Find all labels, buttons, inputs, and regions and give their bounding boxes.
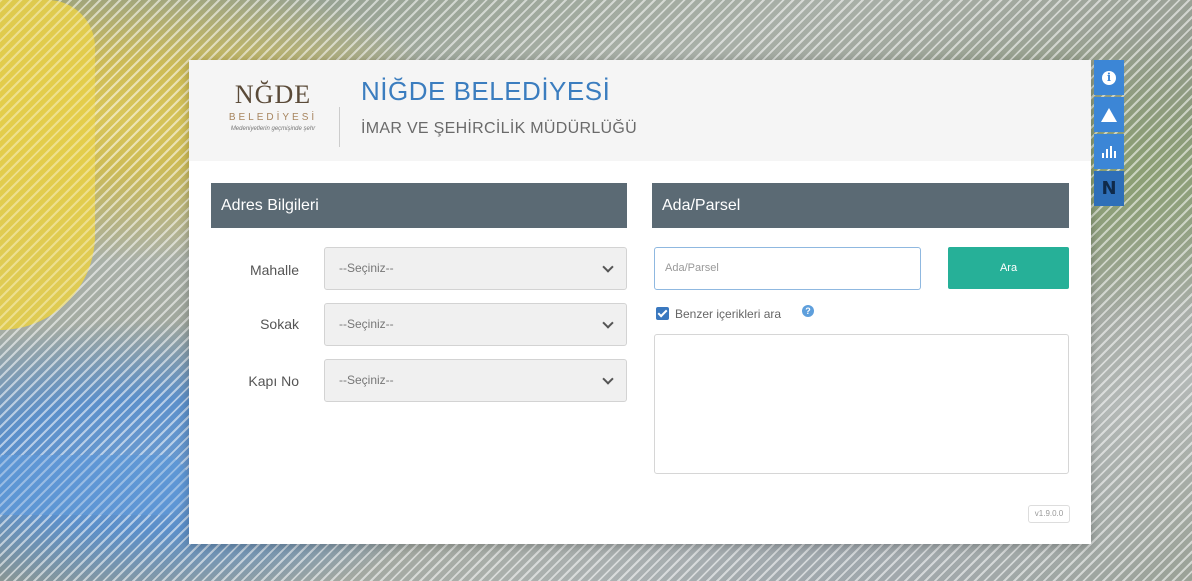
map-background-yellow — [0, 0, 95, 330]
similar-content-checkbox[interactable] — [656, 307, 669, 320]
side-toolbar: i N — [1094, 60, 1124, 208]
chevron-down-icon — [602, 317, 614, 329]
search-results-area[interactable] — [654, 334, 1069, 474]
mahalle-select[interactable]: --Seçiniz-- — [324, 247, 627, 290]
help-icon[interactable]: ? — [802, 305, 814, 317]
page-subtitle: İMAR VE ŞEHİRCİLİK MÜDÜRLÜĞÜ — [361, 120, 637, 137]
page-title: NİĞDE BELEDİYESİ — [361, 76, 611, 106]
logo-word: NĞDE — [234, 80, 312, 109]
statistics-button[interactable] — [1094, 134, 1124, 169]
kapi-no-label: Kapı No — [248, 373, 299, 389]
kapi-no-select-value: --Seçiniz-- — [339, 373, 394, 387]
sokak-label: Sokak — [260, 316, 299, 332]
kapi-no-select[interactable]: --Seçiniz-- — [324, 359, 627, 402]
map-background-blue — [0, 455, 190, 515]
app-logo-icon: N — [1101, 178, 1117, 199]
chevron-down-icon — [602, 373, 614, 385]
app-logo-button[interactable]: N — [1094, 171, 1124, 206]
logo-tagline: Medeniyetlerin geçmişinde şehr — [230, 126, 316, 132]
logo-subtext: BELEDİYESİ — [228, 112, 318, 123]
info-button[interactable]: i — [1094, 60, 1124, 95]
version-badge: v1.9.0.0 — [1028, 505, 1070, 523]
warning-button[interactable] — [1094, 97, 1124, 132]
address-panel-heading: Adres Bilgileri — [211, 183, 627, 228]
sokak-select-value: --Seçiniz-- — [339, 317, 394, 331]
sokak-select[interactable]: --Seçiniz-- — [324, 303, 627, 346]
header-divider — [339, 107, 340, 147]
chart-icon — [1102, 146, 1116, 159]
ada-parsel-input[interactable]: Ada/Parsel — [654, 247, 921, 290]
card-header: NĞDE BELEDİYESİ Medeniyetlerin geçmişind… — [189, 60, 1091, 161]
municipality-logo: NĞDE BELEDİYESİ Medeniyetlerin geçmişind… — [213, 80, 333, 152]
similar-content-label[interactable]: Benzer içerikleri ara — [675, 307, 781, 321]
search-button[interactable]: Ara — [948, 247, 1069, 289]
main-card: NĞDE BELEDİYESİ Medeniyetlerin geçmişind… — [189, 60, 1091, 544]
chevron-down-icon — [602, 261, 614, 273]
parcel-panel-heading: Ada/Parsel — [652, 183, 1069, 228]
mahalle-label: Mahalle — [249, 262, 299, 278]
warning-icon — [1101, 108, 1117, 123]
mahalle-select-value: --Seçiniz-- — [339, 261, 394, 275]
info-icon: i — [1102, 71, 1116, 86]
